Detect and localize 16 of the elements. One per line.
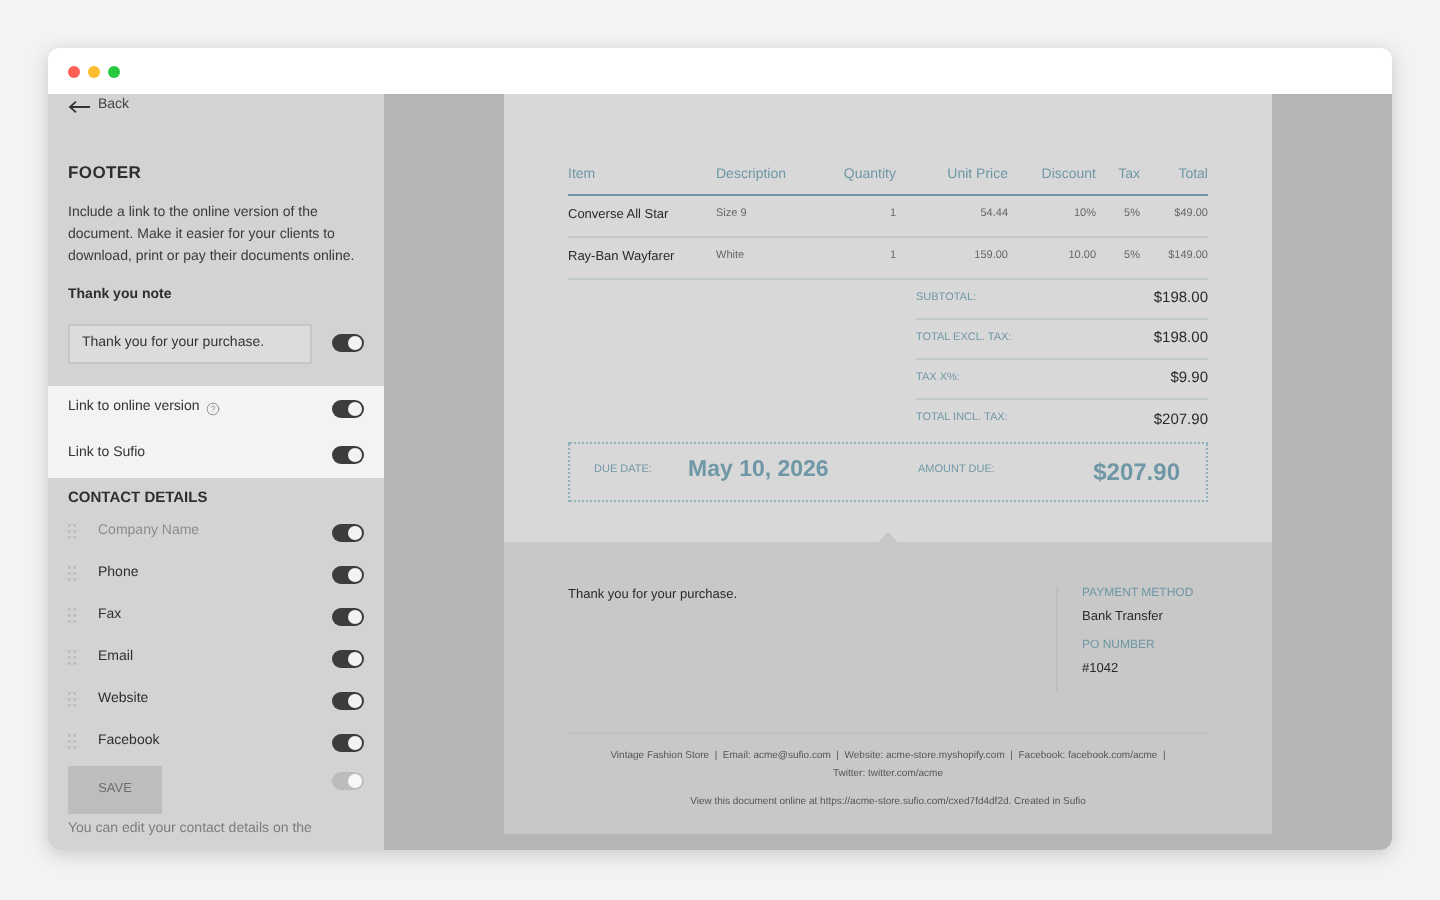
section-title: FOOTER	[66, 159, 144, 185]
toggle-switch[interactable]	[332, 692, 364, 710]
toggle-switch[interactable]	[332, 566, 364, 584]
toggle-switch[interactable]	[332, 734, 364, 752]
toggle-switch[interactable]	[332, 650, 364, 668]
toggle-switch[interactable]	[332, 445, 364, 464]
toggle-switch[interactable]	[332, 334, 364, 353]
amount-due-value: $207.90	[1093, 455, 1180, 489]
minimize-window-icon[interactable]	[88, 65, 100, 77]
close-window-icon[interactable]	[68, 65, 80, 77]
toggle-switch[interactable]	[332, 399, 364, 418]
help-icon[interactable]	[205, 401, 220, 416]
arrow-left-icon	[68, 99, 92, 114]
due-date-value: May 10, 2026	[688, 455, 831, 486]
maximize-window-icon[interactable]	[108, 65, 120, 77]
toggle-switch[interactable]	[332, 608, 364, 626]
